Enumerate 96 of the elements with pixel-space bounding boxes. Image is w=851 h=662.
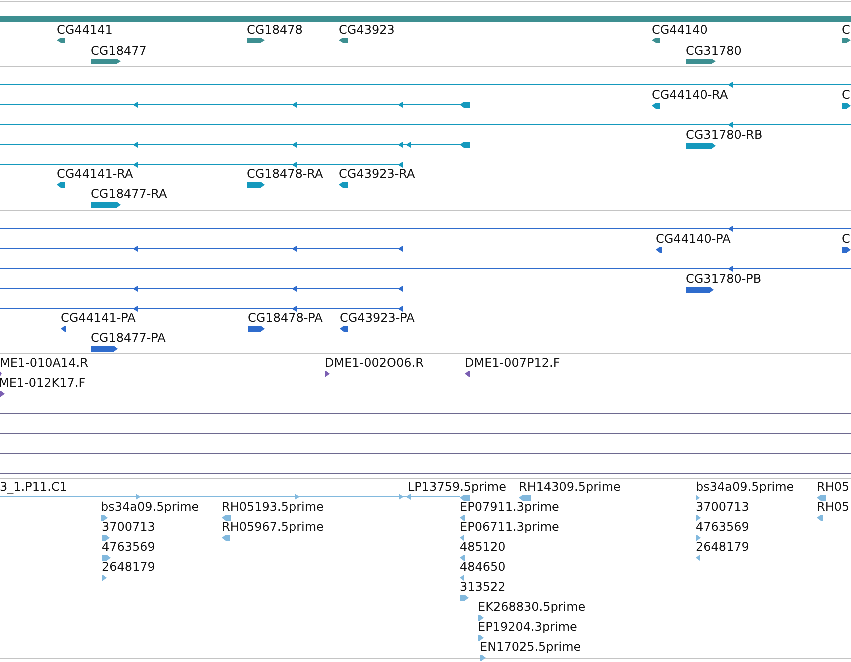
feature-label[interactable]: RH05 [817,480,850,494]
feature-glyph[interactable] [340,326,348,332]
feature-label[interactable]: 2648179 [102,560,156,574]
exon-block [460,102,470,108]
feature-glyph[interactable] [478,615,484,621]
feature-label[interactable]: DME1-007P12.F [465,356,560,370]
feature-label[interactable]: 484650 [460,560,506,574]
feature-label[interactable]: ME1-010A14.R [0,356,88,370]
feature-glyph[interactable] [247,182,265,188]
feature-glyph[interactable] [842,38,851,43]
feature-label[interactable]: CG44141-RA [57,167,134,181]
feature-label[interactable]: CG18477-RA [91,187,168,201]
feature-label[interactable]: C [842,23,850,37]
feature-label[interactable]: EP06711.3prime [460,520,560,534]
feature-glyph[interactable] [325,371,330,377]
feature-label[interactable]: 3_1.P11.C1 [0,480,68,494]
feature-label[interactable]: CG44141-PA [61,311,136,325]
feature-glyph[interactable] [696,515,701,521]
feature-label[interactable]: CG43923 [339,23,395,37]
feature-label[interactable]: bs34a09.5prime [696,480,794,494]
feature-glyph[interactable] [248,326,265,332]
feature-glyph[interactable] [817,515,823,521]
feature-glyph[interactable] [102,575,107,581]
feature-label[interactable]: CG43923-RA [339,167,416,181]
feature-label[interactable]: 3700713 [696,500,750,514]
feature-label[interactable]: CG43923-PA [340,311,415,325]
feature-glyph[interactable] [842,247,851,253]
feature-glyph[interactable] [57,182,65,188]
feature-glyph[interactable] [842,103,851,109]
feature-label[interactable]: EP07911.3prime [460,500,560,514]
feature-label[interactable]: RH05193.5prime [222,500,324,514]
feature-glyph[interactable] [817,495,826,501]
feature-label[interactable]: C [842,232,850,246]
feature-glyph[interactable] [696,495,700,501]
feature-label[interactable]: RH14309.5prime [519,480,621,494]
feature-label[interactable]: EN17025.5prime [480,640,582,654]
feature-label[interactable]: CG44140-RA [652,88,728,102]
feature-label[interactable]: CG31780-PB [686,272,762,286]
feature-label[interactable]: CG18478-PA [248,311,323,325]
feature-glyph[interactable] [686,287,714,293]
feature-label[interactable]: CG31780-RB [686,128,763,142]
feature-glyph[interactable] [519,495,531,501]
feature-glyph[interactable] [686,59,716,64]
feature-label[interactable]: RH05 [817,500,850,514]
feature-label[interactable]: CG18477 [91,44,147,58]
feature-glyph[interactable] [480,655,486,661]
feature-glyph[interactable] [460,495,470,501]
feature-label[interactable]: CG31780 [686,44,742,58]
feature-label[interactable]: CG44141 [57,23,113,37]
feature-glyph[interactable] [222,535,230,541]
feature-glyph[interactable] [101,515,108,521]
feature-glyph[interactable] [652,38,660,43]
feature-glyph[interactable] [460,515,465,521]
feature-glyph[interactable] [465,371,470,377]
feature-label[interactable]: CG18478-RA [247,167,324,181]
feature-label[interactable]: DME1-002O06.R [325,356,424,370]
feature-glyph[interactable] [656,247,662,253]
feature-label[interactable]: CG44140 [652,23,708,37]
feature-label[interactable]: 4763569 [696,520,750,534]
feature-glyph[interactable] [686,143,716,149]
feature-glyph[interactable] [460,555,465,561]
feature-glyph[interactable] [0,391,5,397]
feature-glyph[interactable] [339,38,348,43]
feature-glyph[interactable] [460,575,464,581]
feature-glyph[interactable] [102,535,110,541]
feature-label[interactable]: EP19204.3prime [478,620,578,634]
feature-label[interactable]: 2648179 [696,540,750,554]
feature-label[interactable]: bs34a09.5prime [101,500,200,514]
feature-glyph[interactable] [460,535,464,541]
feature-glyph[interactable] [91,346,118,352]
feature-label[interactable]: 313522 [460,580,506,594]
feature-label[interactable]: ME1-012K17.F [0,376,86,390]
feature-label[interactable]: 3700713 [102,520,156,534]
feature-glyph[interactable] [339,182,348,188]
feature-label[interactable]: C [842,88,850,102]
feature-glyph[interactable] [696,535,701,541]
feature-label[interactable]: CG44140-PA [656,232,731,246]
feature-label[interactable]: 485120 [460,540,506,554]
feature-label[interactable]: LP13759.5prime [408,480,507,494]
feature-glyph[interactable] [460,595,469,601]
feature-glyph[interactable] [652,103,660,109]
feature-glyph[interactable] [91,59,121,64]
feature-glyph[interactable] [102,555,111,561]
feature-glyph[interactable] [247,38,265,43]
exon-block [460,142,470,148]
feature-label[interactable]: EK268830.5prime [478,600,586,614]
feature-glyph[interactable] [222,515,231,521]
feature-label[interactable]: CG18477-PA [91,331,166,345]
feature-glyph[interactable] [57,38,65,43]
feature-glyph[interactable] [478,635,484,641]
feature-label[interactable]: CG18478 [247,23,303,37]
feature-label[interactable]: 4763569 [102,540,156,554]
feature-glyph[interactable] [61,326,66,332]
feature-label[interactable]: RH05967.5prime [222,520,324,534]
feature-glyph[interactable] [91,202,121,208]
feature-glyph[interactable] [696,555,700,561]
